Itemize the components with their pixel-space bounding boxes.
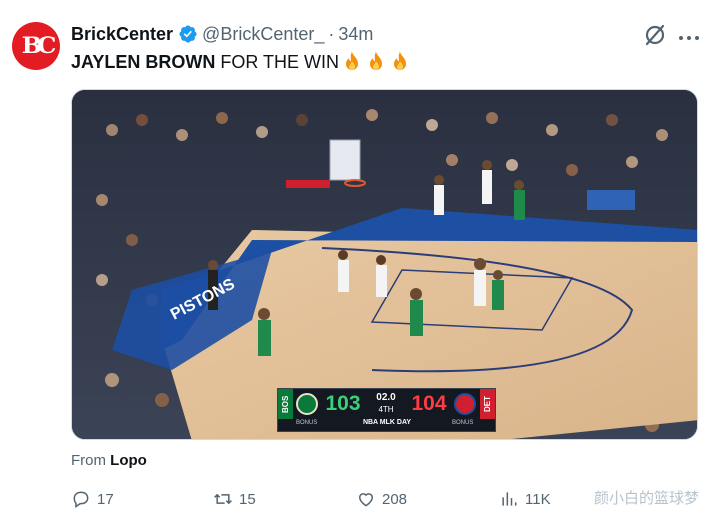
watermark: 颜小白的篮球梦: [594, 490, 700, 507]
media-attribution: From Lopo: [71, 452, 147, 469]
separator-dot: ·: [328, 23, 335, 44]
views-button[interactable]: 11K: [499, 485, 551, 513]
game-quarter: 4TH: [378, 405, 394, 414]
fire-icon: [370, 52, 383, 70]
fire-icon: [394, 52, 407, 70]
like-button[interactable]: 208: [356, 485, 407, 513]
grok-icon[interactable]: [644, 24, 666, 46]
home-score: 104: [411, 392, 447, 415]
away-score: 103: [325, 392, 361, 415]
tweet-text-bold: JAYLEN BROWN: [71, 52, 216, 72]
away-team-code: BOS: [278, 389, 293, 419]
views-count: 11K: [525, 490, 551, 508]
reply-icon: [73, 491, 89, 508]
reply-button[interactable]: 17: [71, 485, 114, 513]
verified-badge-icon: [178, 24, 198, 44]
like-count: 208: [382, 490, 408, 508]
tweet-text: JAYLEN BROWN FOR THE WIN: [71, 50, 413, 74]
user-handle[interactable]: @BrickCenter_: [202, 24, 324, 45]
scoreboard: BOS 103 02.0 4TH 104 DET BONUS NBA MLK D…: [277, 388, 496, 432]
home-team-code: DET: [480, 389, 495, 419]
attribution-prefix: From: [71, 452, 106, 469]
tweet-media-video[interactable]: PISTONS BOS 103 02.0 4TH 104 DET BONUS N…: [71, 89, 698, 440]
bonus-left: BONUS: [296, 420, 318, 426]
reply-count: 17: [97, 490, 114, 508]
attribution-source-link[interactable]: Lopo: [110, 452, 147, 469]
game-clock: 02.0: [376, 392, 396, 403]
bonus-right: BONUS: [452, 420, 474, 426]
ad-board: [587, 190, 635, 210]
home-team-logo-icon: [454, 393, 476, 415]
stanchion-ad: [286, 180, 330, 188]
backboard: [329, 139, 361, 181]
display-name[interactable]: BrickCenter: [71, 24, 173, 45]
timestamp[interactable]: 34m: [338, 24, 373, 45]
away-team-logo-icon: [296, 393, 318, 415]
fire-icon: [346, 52, 359, 70]
avatar[interactable]: BC: [12, 22, 60, 70]
repost-count: 15: [239, 490, 256, 508]
more-options-icon[interactable]: [678, 30, 700, 40]
fire-emoji-group: [341, 51, 413, 73]
tweet-text-rest: FOR THE WIN: [215, 52, 340, 72]
repost-icon: [214, 493, 232, 505]
avatar-logo: BC: [21, 33, 56, 59]
event-label: NBA MLK DAY: [362, 419, 412, 426]
repost-button[interactable]: 15: [213, 485, 256, 513]
views-bar-chart-icon: [502, 492, 517, 506]
heart-icon: [358, 493, 374, 507]
tweet-header: BrickCenter @BrickCenter_ · 34m: [71, 22, 373, 46]
